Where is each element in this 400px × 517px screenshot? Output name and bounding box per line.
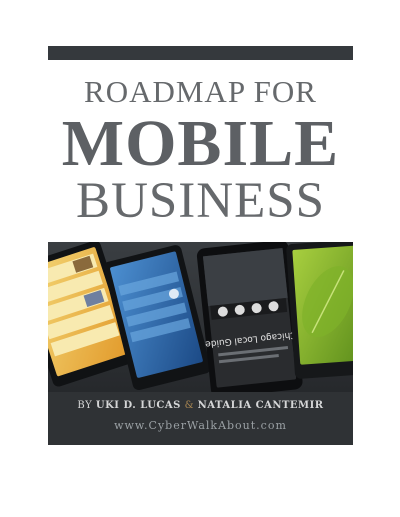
byline-prefix: BY	[77, 400, 93, 411]
author-1: UKI D. LUCAS	[95, 400, 181, 411]
ampersand: &	[184, 400, 194, 411]
phone-green	[286, 242, 353, 379]
title-roadmap-for: ROADMAP FOR	[84, 74, 317, 109]
title-business: BUSINESS	[76, 173, 325, 229]
book-cover: ROADMAP FOR MOBILE BUSINESS Chicago Loca…	[48, 46, 353, 445]
phones-illustration: Chicago Local Guide	[48, 242, 353, 445]
website-url: www.CyberWalkAbout.com	[114, 419, 287, 432]
top-bar	[48, 46, 353, 60]
title-mobile: MOBILE	[61, 107, 340, 180]
phones-photo: Chicago Local Guide BY UKI D. LUCAS & NA…	[48, 242, 353, 445]
phone-black: Chicago Local Guide	[196, 242, 303, 398]
author-2: NATALIA CANTEMIR	[197, 400, 324, 411]
byline: BY UKI D. LUCAS & NATALIA CANTEMIR	[48, 400, 353, 411]
